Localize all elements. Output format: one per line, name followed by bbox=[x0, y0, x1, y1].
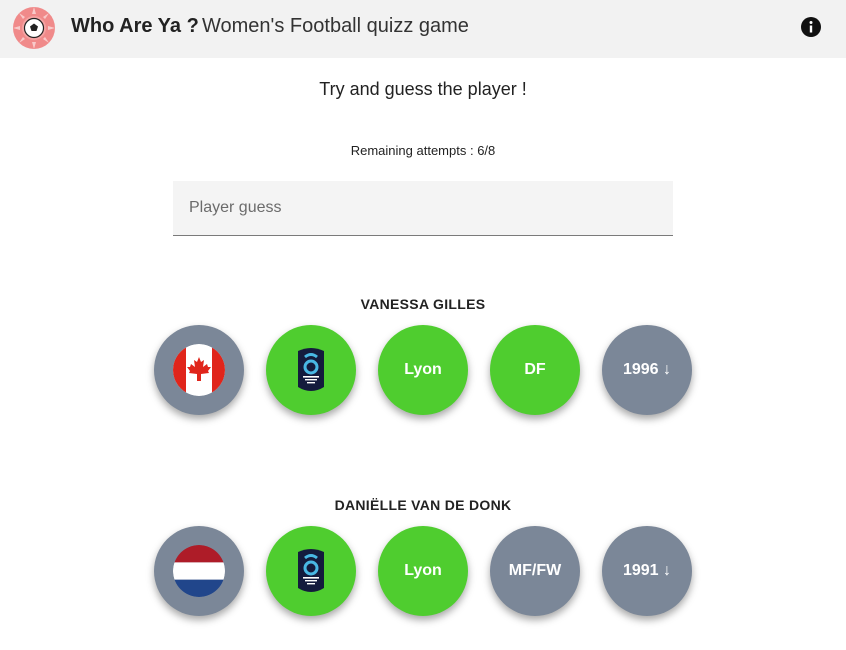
game-prompt: Try and guess the player ! bbox=[319, 79, 527, 99]
birth-year-label: 1991 ↓ bbox=[622, 562, 672, 579]
club-hint: Lyon bbox=[378, 325, 468, 415]
app-header: Who Are Ya ? Women's Football quizz game bbox=[0, 0, 846, 58]
app-subtitle: Women's Football quizz game bbox=[202, 15, 469, 37]
player-guess-input[interactable] bbox=[173, 181, 673, 235]
nationality-hint bbox=[154, 526, 244, 616]
info-icon[interactable] bbox=[800, 16, 822, 38]
club-hint: Lyon bbox=[378, 526, 468, 616]
guess-player-name: VANESSA GILLES bbox=[360, 296, 486, 312]
birth-year-hint: 1991 ↓ bbox=[602, 526, 692, 616]
birth-year-hint: 1996 ↓ bbox=[602, 325, 692, 415]
position-hint: MF/FW bbox=[490, 526, 580, 616]
app-logo-icon bbox=[13, 7, 55, 49]
nationality-hint bbox=[154, 325, 244, 415]
remaining-attempts: Remaining attempts : 6/8 bbox=[0, 143, 846, 158]
canada-flag-icon bbox=[173, 344, 225, 396]
arkema-premiere-ligue-icon bbox=[298, 549, 324, 592]
league-hint bbox=[266, 325, 356, 415]
position-label: DF bbox=[524, 361, 546, 378]
remaining-attempts-value: 6/8 bbox=[477, 143, 496, 158]
remaining-attempts-label: Remaining attempts : bbox=[350, 143, 478, 158]
arkema-premiere-ligue-icon bbox=[298, 348, 324, 391]
player-guess-field[interactable] bbox=[173, 181, 673, 236]
netherlands-flag-icon bbox=[173, 545, 225, 597]
club-label: Lyon bbox=[404, 361, 442, 378]
league-hint bbox=[266, 526, 356, 616]
position-hint: DF bbox=[490, 325, 580, 415]
app-title: Who Are Ya ? bbox=[71, 15, 199, 37]
position-label: MF/FW bbox=[508, 562, 562, 579]
birth-year-label: 1996 ↓ bbox=[622, 361, 672, 378]
club-label: Lyon bbox=[404, 562, 442, 579]
guess-player-name: DANIËLLE VAN DE DONK bbox=[334, 497, 512, 513]
